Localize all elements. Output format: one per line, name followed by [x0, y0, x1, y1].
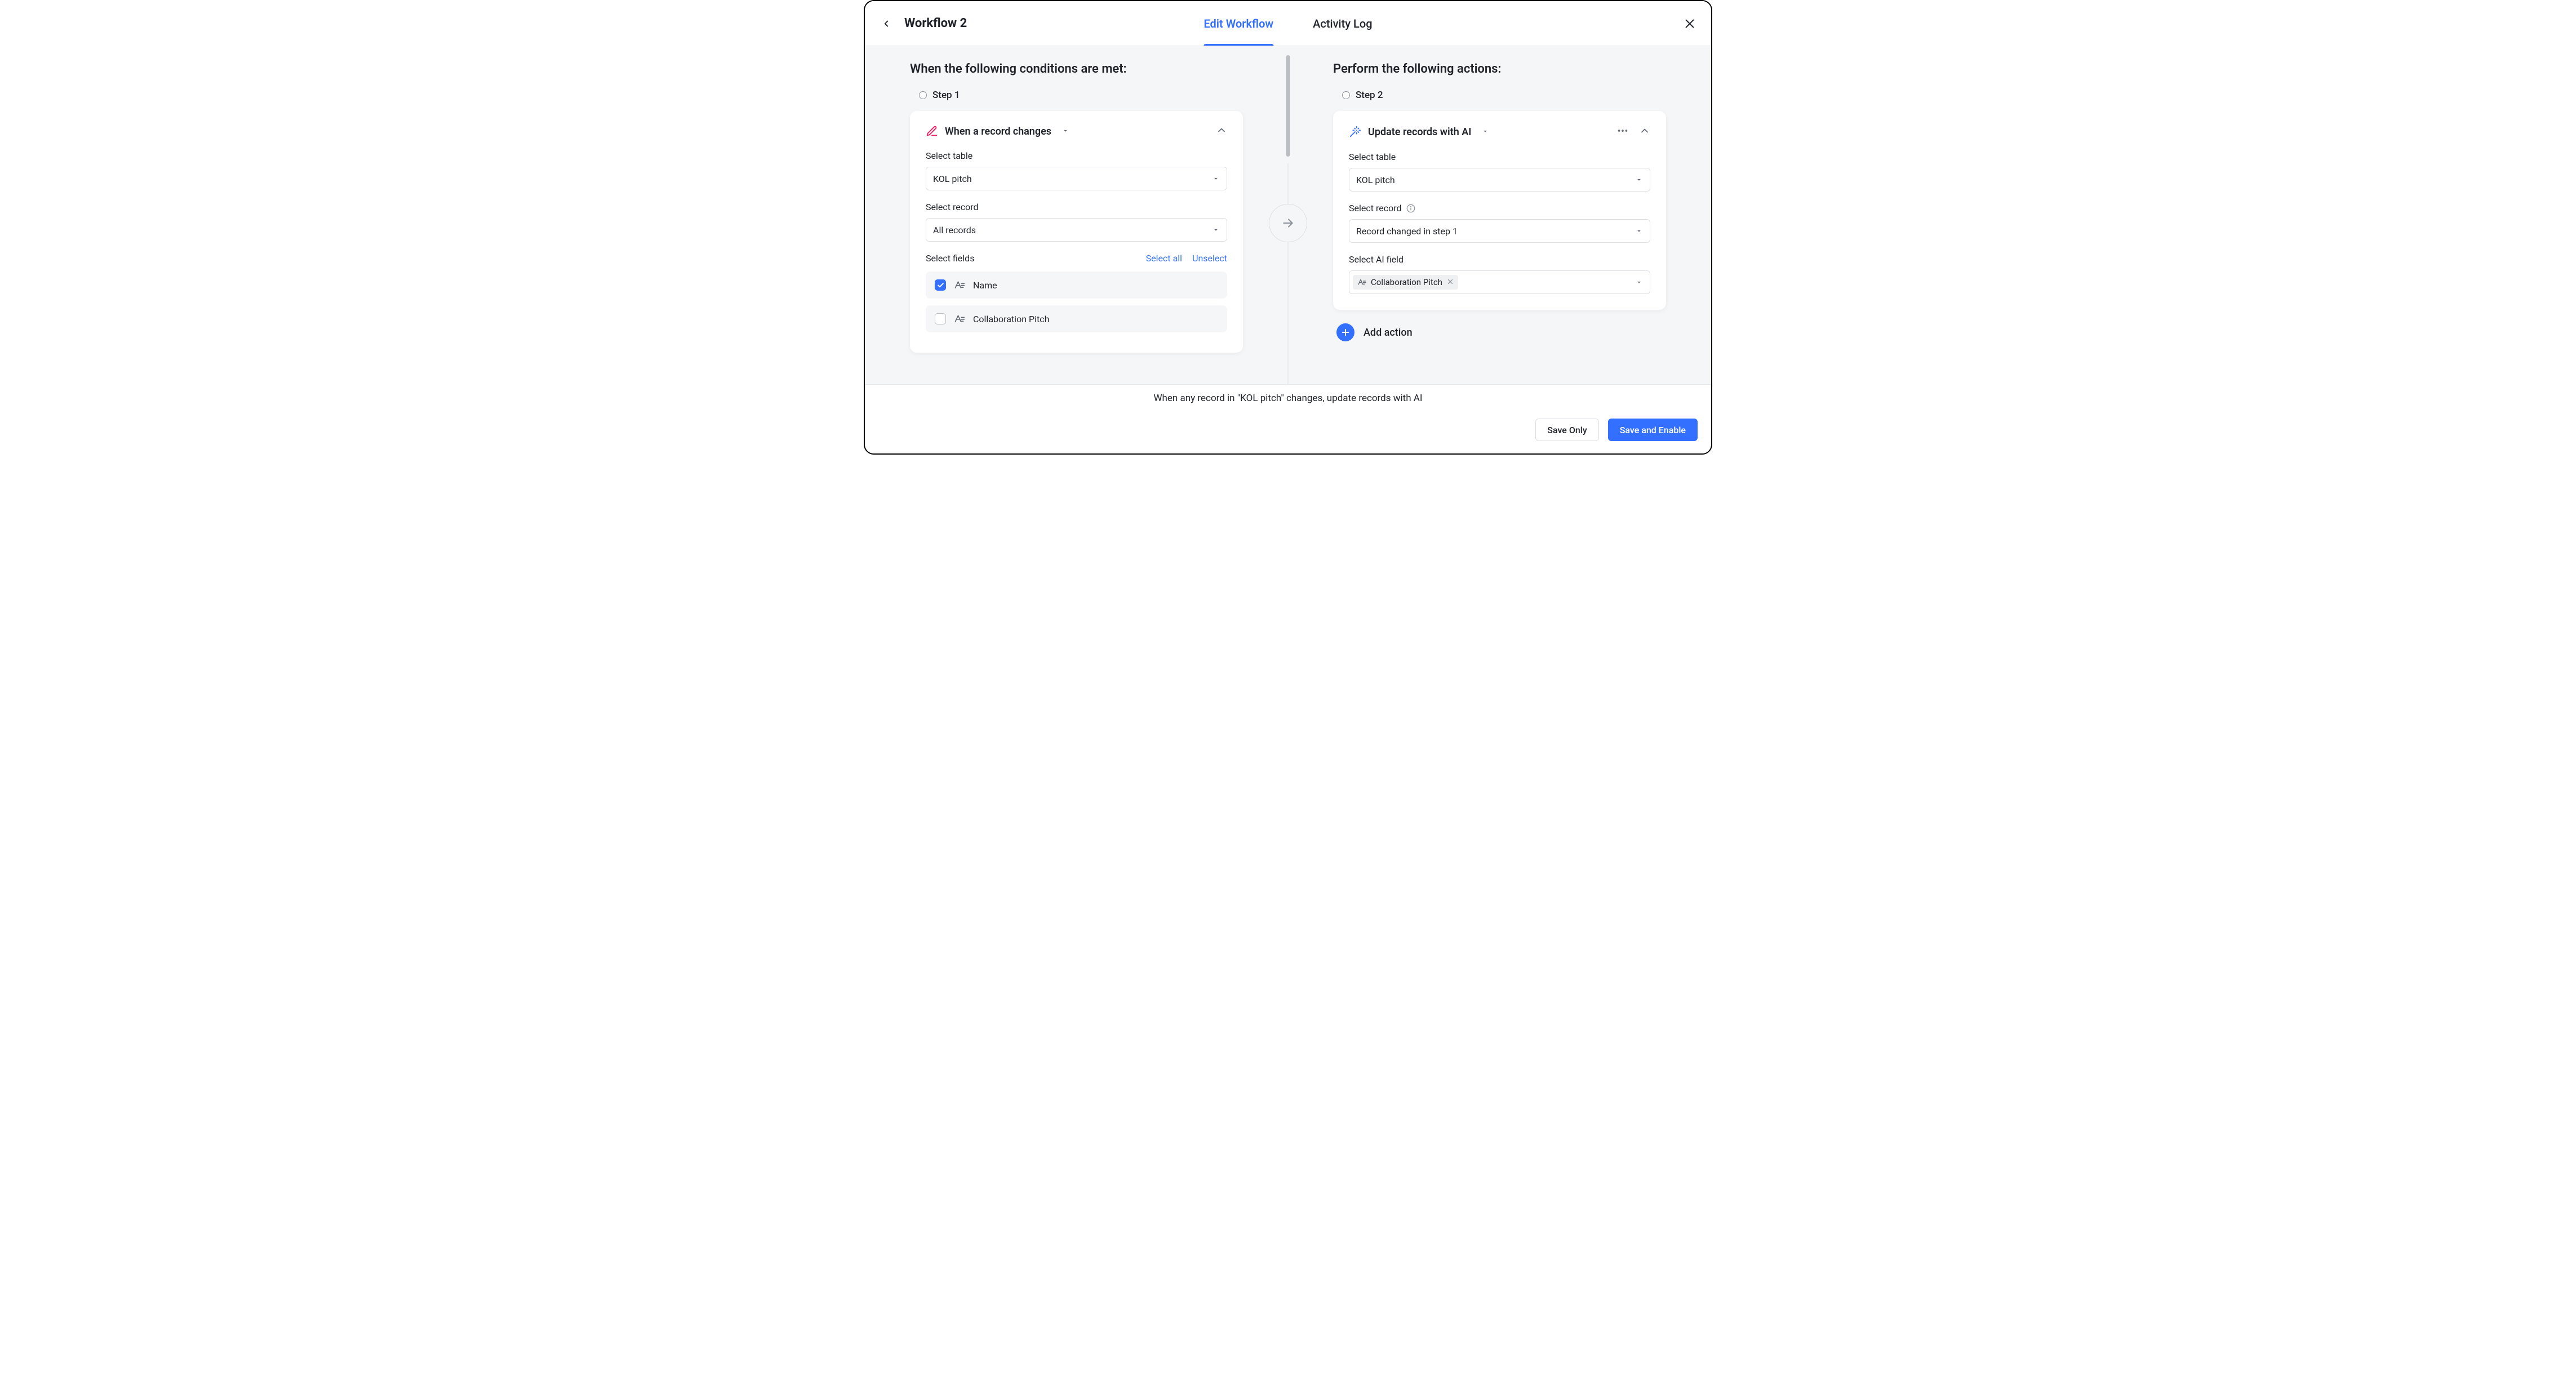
caret-down-icon [1212, 226, 1220, 234]
back-button[interactable] [878, 16, 894, 32]
step-circle-icon [919, 91, 927, 99]
field-row-collaboration-pitch[interactable]: Collaboration Pitch [926, 305, 1227, 332]
action-select-record-value: Record changed in step 1 [1356, 226, 1458, 237]
chip-remove-button[interactable] [1447, 277, 1454, 287]
caret-down-icon [1635, 176, 1643, 184]
conditions-heading: When the following conditions are met: [910, 62, 1243, 76]
close-icon [1684, 17, 1696, 30]
collapse-trigger-button[interactable] [1216, 124, 1227, 138]
workflow-title: Workflow 2 [904, 16, 967, 30]
field-name-label: Name [973, 280, 997, 291]
ai-field-chip-label: Collaboration Pitch [1371, 277, 1442, 287]
step-2-text: Step 2 [1356, 90, 1383, 101]
text-field-icon [954, 313, 965, 324]
caret-down-icon [1212, 175, 1220, 183]
check-icon [937, 282, 944, 289]
action-more-menu[interactable] [1616, 124, 1629, 139]
chevron-up-icon [1639, 125, 1650, 136]
text-field-icon [1357, 278, 1366, 287]
action-select-table-value: KOL pitch [1356, 175, 1395, 185]
actions-pane: Perform the following actions: Step 2 Up… [1288, 46, 1711, 384]
pencil-icon [926, 125, 938, 137]
action-type-dropdown[interactable] [1481, 127, 1489, 137]
action-title: Update records with AI [1368, 126, 1471, 138]
step-1-label: Step 1 [919, 90, 1243, 101]
step-circle-icon [1342, 91, 1350, 99]
select-all-link[interactable]: Select all [1146, 253, 1182, 264]
trigger-card: When a record changes Select table KOL p… [910, 111, 1243, 353]
select-ai-field-label: Select AI field [1349, 254, 1650, 265]
select-ai-field-dropdown[interactable]: Collaboration Pitch [1349, 270, 1650, 294]
chevron-up-icon [1216, 124, 1227, 136]
action-select-record-label-text: Select record [1349, 203, 1402, 213]
field-checkbox-name[interactable] [935, 279, 946, 291]
ai-field-chip: Collaboration Pitch [1353, 275, 1458, 290]
action-select-record-label: Select record [1349, 203, 1650, 213]
save-only-button[interactable]: Save Only [1535, 419, 1598, 441]
plus-circle-icon [1336, 323, 1354, 341]
flow-arrow [1269, 204, 1307, 242]
close-icon [1447, 278, 1454, 285]
save-and-enable-button[interactable]: Save and Enable [1608, 419, 1698, 441]
text-field-icon [954, 279, 965, 291]
select-table-label: Select table [926, 150, 1227, 161]
ai-magic-icon [1349, 126, 1361, 138]
select-table-dropdown[interactable]: KOL pitch [926, 167, 1227, 190]
scrollbar-thumb[interactable] [1286, 55, 1290, 157]
action-select-record-dropdown[interactable]: Record changed in step 1 [1349, 219, 1650, 243]
tab-activity-log[interactable]: Activity Log [1313, 1, 1372, 46]
step-1-text: Step 1 [932, 90, 960, 101]
plus-icon [1340, 327, 1351, 337]
unselect-link[interactable]: Unselect [1192, 253, 1227, 264]
caret-down-icon [1635, 227, 1643, 235]
add-action-label: Add action [1363, 327, 1413, 339]
footer: When any record in "KOL pitch" changes, … [865, 384, 1711, 453]
select-fields-label: Select fields [926, 253, 974, 264]
conditions-pane: When the following conditions are met: S… [865, 46, 1288, 384]
header: Workflow 2 Edit Workflow Activity Log [865, 1, 1711, 46]
arrow-right-icon [1281, 216, 1295, 230]
tab-edit-workflow[interactable]: Edit Workflow [1203, 1, 1273, 46]
chevron-left-icon [881, 19, 891, 29]
trigger-card-header: When a record changes [926, 124, 1227, 138]
info-icon[interactable] [1406, 204, 1415, 213]
step-2-label: Step 2 [1342, 90, 1666, 101]
actions-heading: Perform the following actions: [1333, 62, 1666, 76]
tabs: Edit Workflow Activity Log [1203, 1, 1372, 46]
caret-down-icon [1635, 278, 1643, 286]
trigger-title: When a record changes [945, 126, 1051, 137]
field-checkbox-collab[interactable] [935, 313, 946, 324]
dots-horizontal-icon [1616, 124, 1629, 137]
action-select-table-label: Select table [1349, 152, 1650, 162]
workflow-body: When the following conditions are met: S… [865, 46, 1711, 384]
workflow-summary: When any record in "KOL pitch" changes, … [878, 393, 1698, 404]
add-action-button[interactable]: Add action [1336, 323, 1666, 341]
select-record-dropdown[interactable]: All records [926, 218, 1227, 242]
select-table-value: KOL pitch [933, 174, 972, 184]
action-card-header: Update records with AI [1349, 124, 1650, 139]
select-record-label: Select record [926, 202, 1227, 212]
collapse-action-button[interactable] [1639, 125, 1650, 139]
action-select-table-dropdown[interactable]: KOL pitch [1349, 168, 1650, 192]
field-collab-label: Collaboration Pitch [973, 314, 1049, 324]
select-record-value: All records [933, 225, 976, 235]
field-row-name[interactable]: Name [926, 272, 1227, 299]
trigger-type-dropdown[interactable] [1062, 126, 1069, 137]
close-button[interactable] [1682, 16, 1698, 32]
caret-down-icon [1062, 127, 1069, 135]
action-card: Update records with AI Select ta [1333, 111, 1666, 310]
caret-down-icon [1481, 127, 1489, 135]
